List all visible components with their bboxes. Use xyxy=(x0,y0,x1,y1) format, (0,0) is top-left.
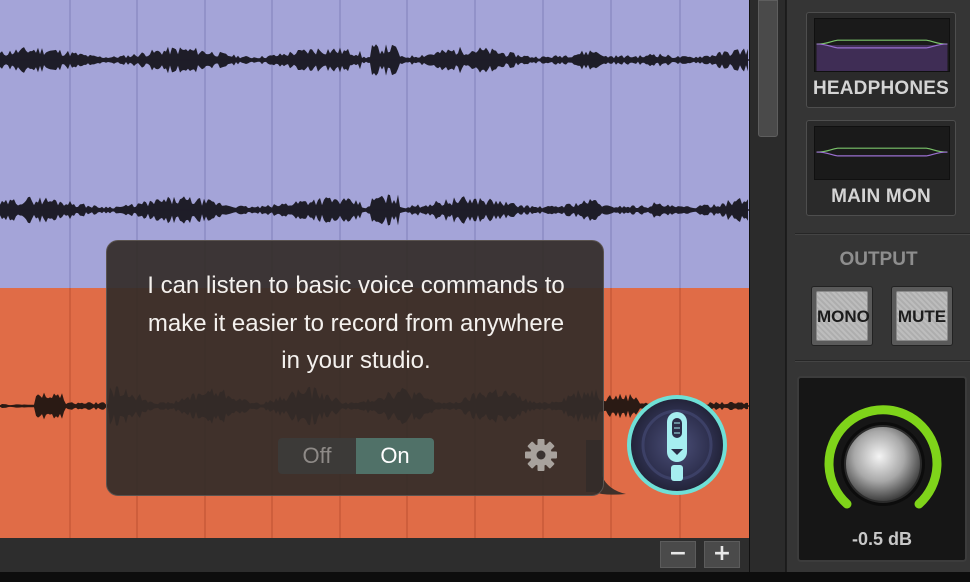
output-section-title: OUTPUT xyxy=(839,249,918,270)
toggle-off-option[interactable]: Off xyxy=(278,438,356,474)
mute-button[interactable]: MUTE xyxy=(891,286,953,346)
section-divider xyxy=(795,360,970,362)
microphone-icon[interactable] xyxy=(625,393,729,497)
volume-value: -0.5 dB xyxy=(851,529,912,549)
voice-commands-toggle[interactable]: Off On xyxy=(278,438,434,474)
waveform-channel-right xyxy=(0,516,749,538)
gear-icon[interactable] xyxy=(523,437,559,473)
headphones-output-card[interactable]: HEADPHONES xyxy=(806,12,956,108)
status-bar xyxy=(0,572,970,582)
headphones-label: HEADPHONES xyxy=(812,78,950,99)
waveform-channel-right xyxy=(0,194,749,226)
timeline-bottom-strip xyxy=(0,538,749,572)
toggle-on-option[interactable]: On xyxy=(356,438,434,474)
zoom-in-button[interactable]: + xyxy=(704,541,740,568)
waveform-channel-left xyxy=(0,44,749,76)
main-monitor-output-card[interactable]: MAIN MON xyxy=(806,120,956,216)
volume-knob-panel: -0.5 dB xyxy=(797,376,967,562)
mono-button[interactable]: MONO xyxy=(811,286,873,346)
volume-knob[interactable] xyxy=(819,400,947,528)
zoom-out-button[interactable]: − xyxy=(660,541,696,568)
scrollbar-thumb[interactable] xyxy=(758,0,778,137)
vertical-scrollbar[interactable] xyxy=(749,0,785,572)
section-divider xyxy=(795,233,970,235)
eq-curve-graphic xyxy=(814,18,950,72)
voice-commands-tooltip: I can listen to basic voice commands to … xyxy=(106,240,604,496)
eq-curve-graphic xyxy=(814,126,950,180)
tooltip-message: I can listen to basic voice commands to … xyxy=(147,272,565,374)
mute-button-label: MUTE xyxy=(896,291,948,341)
mono-button-label: MONO xyxy=(816,291,870,341)
main-monitor-label: MAIN MON xyxy=(831,186,931,207)
monitor-panel: HEADPHONES MAIN MON OUTPUT MONO MUTE -0.… xyxy=(786,0,970,572)
